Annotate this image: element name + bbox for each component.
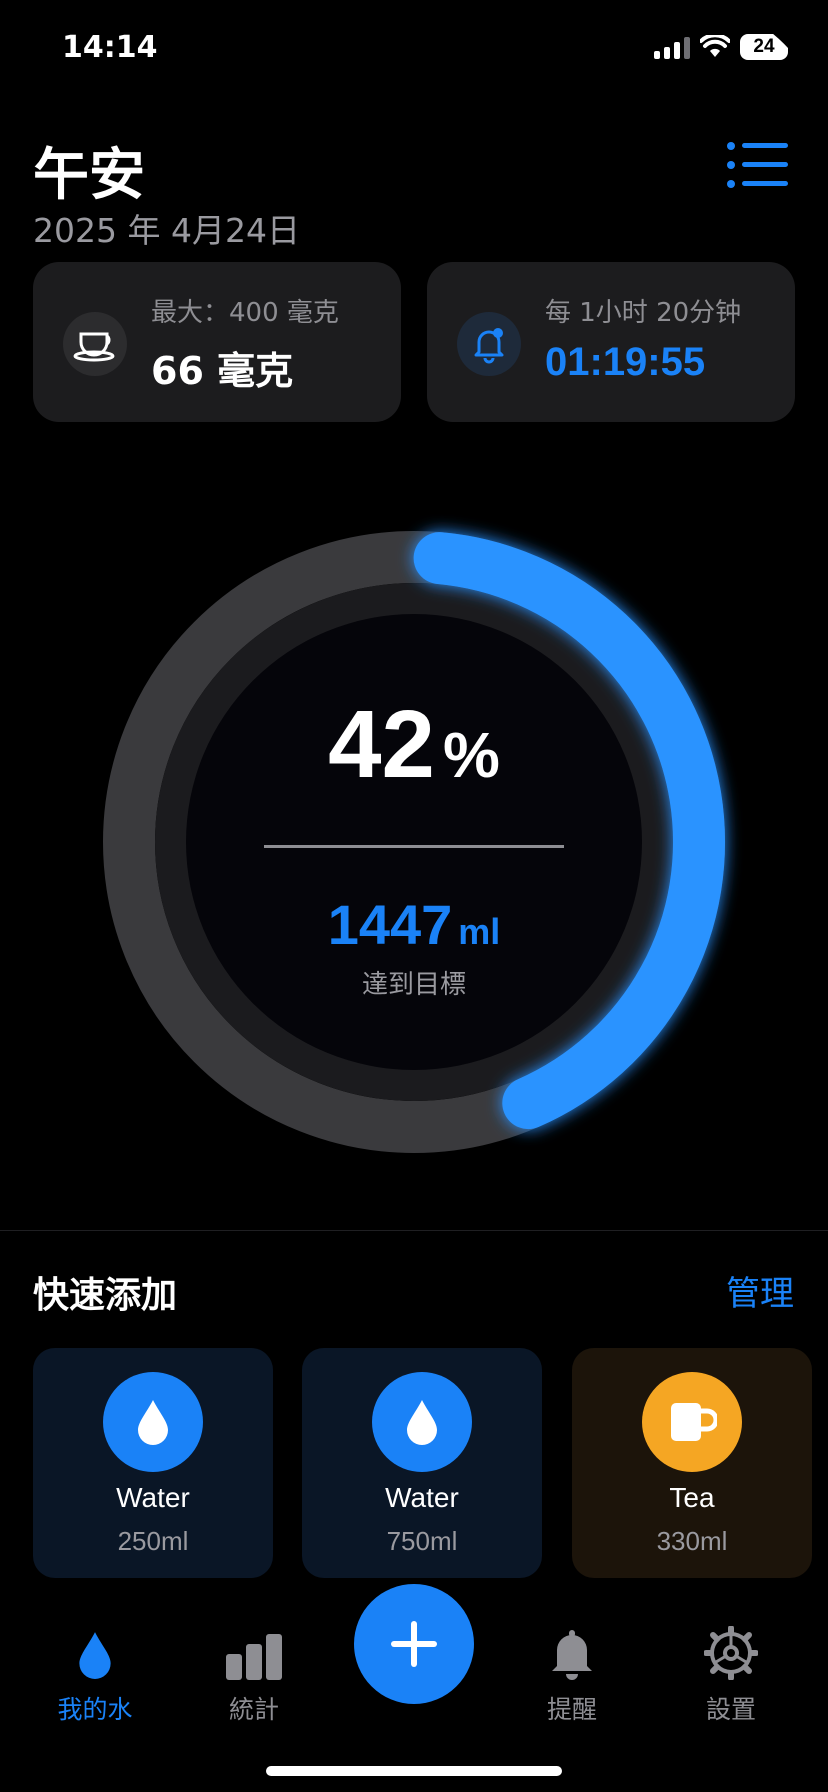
water-drop-icon — [103, 1372, 203, 1472]
battery-icon: 24 — [740, 34, 788, 60]
tab-reminders[interactable]: 提醒 — [512, 1620, 632, 1726]
bell-icon-circle — [457, 312, 521, 376]
quick-item-name: Water — [116, 1482, 190, 1513]
mug-icon — [642, 1372, 742, 1472]
greeting-title: 午安 — [33, 143, 145, 208]
app-screen: 14:14 24 午安 2025 年 4月24日 最大：400 毫克 66 毫克… — [0, 0, 828, 1792]
cup-icon — [73, 332, 115, 362]
goal-subtitle: 達到目標 — [361, 970, 466, 1000]
reminder-countdown: 01:19:55 — [545, 340, 706, 384]
amount-display: 1447 ml — [0, 892, 828, 957]
bell-icon — [474, 328, 504, 364]
quick-item-name: Water — [385, 1482, 459, 1513]
ring-track — [103, 531, 725, 1153]
gear-icon — [671, 1620, 791, 1680]
quick-add-item[interactable]: Water 250ml — [33, 1348, 273, 1578]
quick-add-item[interactable]: Water 750ml — [302, 1348, 542, 1578]
tab-label: 提醒 — [546, 1695, 597, 1724]
max-label: 最大：400 毫克 — [151, 298, 339, 328]
amount-value: 1447 — [327, 893, 453, 956]
reminder-card[interactable]: 每 1小时 20分钟 01:19:55 — [427, 262, 795, 422]
tab-statistics[interactable]: 統計 — [194, 1620, 314, 1726]
bar-chart-icon — [194, 1620, 314, 1680]
menu-button[interactable] — [726, 140, 790, 190]
home-indicator — [266, 1766, 562, 1776]
water-drop-icon — [35, 1620, 155, 1680]
percent-value: 42 — [328, 691, 435, 798]
max-value: 66 毫克 — [151, 349, 294, 393]
signal-icon — [654, 35, 690, 59]
water-drop-icon — [372, 1372, 472, 1472]
tab-label: 我的水 — [57, 1695, 133, 1724]
amount-unit: ml — [458, 911, 501, 952]
tab-label: 設置 — [705, 1695, 756, 1724]
add-drink-button[interactable] — [354, 1584, 474, 1704]
quick-item-amount: 750ml — [386, 1526, 458, 1556]
quick-item-amount: 330ml — [656, 1526, 728, 1556]
date-label: 2025 年 4月24日 — [33, 211, 300, 250]
tab-my-water[interactable]: 我的水 — [35, 1620, 155, 1726]
quick-item-amount: 250ml — [117, 1526, 189, 1556]
max-intake-card[interactable]: 最大：400 毫克 66 毫克 — [33, 262, 401, 422]
bell-icon — [512, 1620, 632, 1680]
plus-icon — [391, 1621, 437, 1667]
section-divider — [0, 1230, 828, 1231]
ring-divider — [264, 845, 564, 848]
cup-icon-circle — [63, 312, 127, 376]
quick-item-name: Tea — [669, 1482, 715, 1513]
percent-display: 42% — [0, 690, 828, 800]
tab-label: 統計 — [228, 1695, 279, 1724]
reminder-interval: 每 1小时 20分钟 — [545, 298, 742, 328]
quick-add-item[interactable]: Tea 330ml — [572, 1348, 812, 1578]
percent-unit: % — [442, 719, 500, 791]
list-icon — [727, 142, 788, 188]
quick-add-title: 快速添加 — [33, 1275, 178, 1316]
tab-settings[interactable]: 設置 — [671, 1620, 791, 1726]
status-icons: 24 — [654, 34, 788, 60]
wifi-icon — [700, 35, 730, 57]
ring-progress-arc — [413, 532, 725, 1130]
ring-inner — [155, 583, 673, 1101]
status-time: 14:14 — [62, 30, 158, 65]
ring-center — [186, 614, 642, 1070]
manage-button[interactable]: 管理 — [726, 1266, 794, 1315]
